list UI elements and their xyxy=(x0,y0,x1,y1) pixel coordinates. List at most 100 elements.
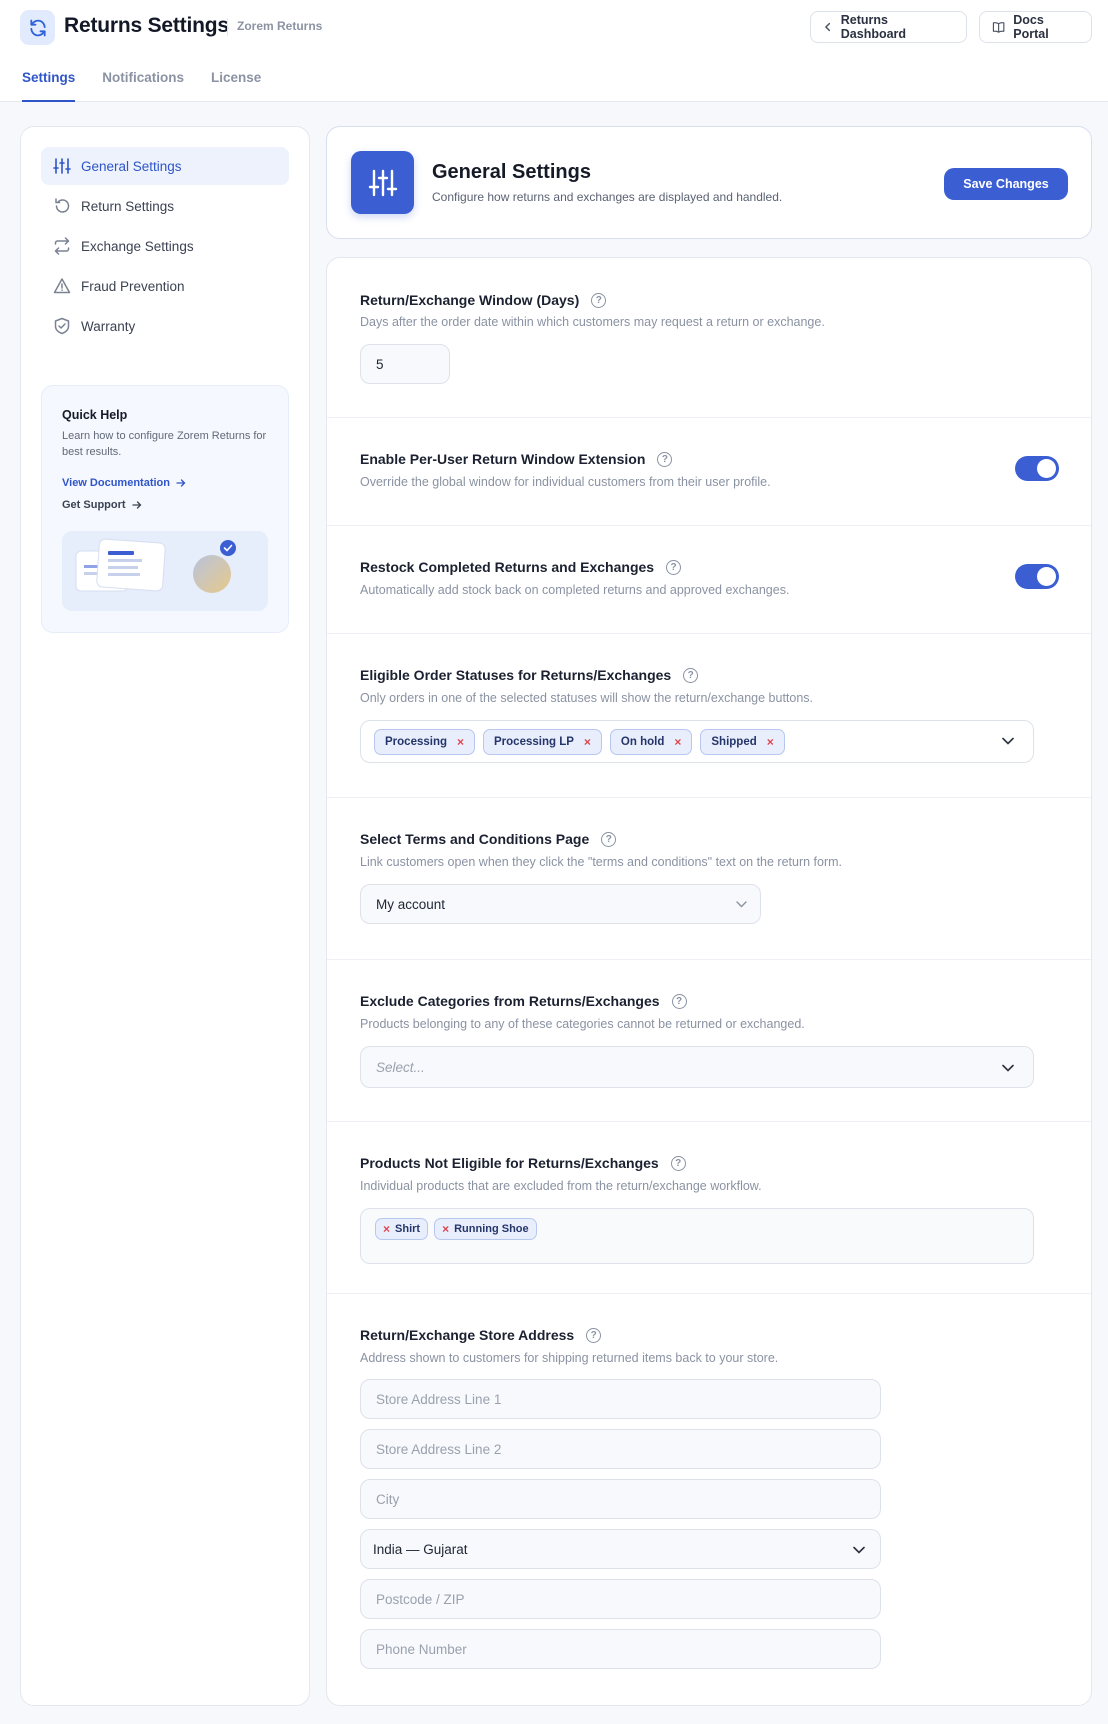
phone-input[interactable]: Phone Number xyxy=(360,1629,881,1669)
status-chip: Shipped × xyxy=(700,729,785,755)
app-title: Returns Settings xyxy=(64,14,229,37)
top-header: Returns Settings Zorem Returns Returns D… xyxy=(0,0,1108,102)
view-documentation-link[interactable]: View Documentation xyxy=(62,477,186,489)
refresh-icon xyxy=(20,10,55,45)
status-chip: Processing × xyxy=(374,729,476,755)
warning-icon xyxy=(53,278,71,294)
chip-label: Shipped xyxy=(711,736,757,748)
sidebar-item-general-settings[interactable]: General Settings xyxy=(41,147,289,185)
setting-description: Address shown to customers for shipping … xyxy=(360,1351,779,1365)
quick-help-text: Learn how to configure Zorem Returns for… xyxy=(62,430,267,458)
arrow-right-icon xyxy=(131,501,141,509)
setting-description: Products belonging to any of these categ… xyxy=(360,1017,805,1031)
chip-label: Processing LP xyxy=(494,736,574,748)
setting-title-text: Enable Per-User Return Window Extension xyxy=(360,451,646,467)
setting-title: Restock Completed Returns and Exchanges … xyxy=(360,559,682,575)
setting-title-text: Return/Exchange Store Address xyxy=(360,1327,575,1343)
setting-title: Enable Per-User Return Window Extension … xyxy=(360,451,673,467)
docs-portal-label: Docs Portal xyxy=(1013,13,1049,41)
page-title: General Settings xyxy=(432,161,591,183)
sidebar-item-label: Return Settings xyxy=(81,198,175,214)
help-icon[interactable]: ? xyxy=(670,1155,686,1171)
setting-title-text: Exclude Categories from Returns/Exchange… xyxy=(360,993,660,1009)
chip-label: On hold xyxy=(620,736,665,748)
remove-icon[interactable]: × xyxy=(457,735,464,749)
page-description: Configure how returns and exchanges are … xyxy=(432,190,783,204)
returns-dashboard-button[interactable]: Returns Dashboard xyxy=(810,11,967,43)
country-state-select[interactable]: India — Gujarat xyxy=(360,1529,881,1569)
setting-store-address: Return/Exchange Store Address ? Address … xyxy=(327,1294,1091,1705)
remove-icon[interactable]: × xyxy=(584,735,591,749)
status-chip: Processing LP × xyxy=(483,729,602,755)
setting-description: Link customers open when they click the … xyxy=(360,855,843,869)
tab-notifications[interactable]: Notifications xyxy=(102,70,184,102)
sidebar-item-label: General Settings xyxy=(81,158,182,174)
address-line2-input[interactable]: Store Address Line 2 xyxy=(360,1429,881,1469)
chevron-down-icon xyxy=(853,1546,865,1554)
help-icon[interactable]: ? xyxy=(666,559,682,575)
view-documentation-label: View Documentation xyxy=(62,477,170,489)
restock-toggle[interactable] xyxy=(1015,564,1059,589)
setting-title-text: Select Terms and Conditions Page xyxy=(360,831,590,847)
get-support-link[interactable]: Get Support xyxy=(62,499,142,511)
per-user-extension-toggle[interactable] xyxy=(1015,456,1059,481)
sidebar-item-label: Exchange Settings xyxy=(81,238,194,254)
help-icon[interactable]: ? xyxy=(601,831,617,847)
save-changes-button[interactable]: Save Changes xyxy=(944,168,1068,200)
remove-icon[interactable]: × xyxy=(383,1222,390,1236)
postcode-input[interactable]: Postcode / ZIP xyxy=(360,1579,881,1619)
city-input[interactable]: City xyxy=(360,1479,881,1519)
setting-title: Return/Exchange Store Address ? xyxy=(360,1327,602,1343)
product-chip: × Shirt xyxy=(375,1218,429,1240)
status-chip: On hold × xyxy=(609,729,693,755)
setting-description: Days after the order date within which c… xyxy=(360,315,825,329)
chevron-down-icon[interactable] xyxy=(1002,737,1014,745)
setting-excluded-products: Products Not Eligible for Returns/Exchan… xyxy=(327,1122,1091,1294)
tab-license[interactable]: License xyxy=(211,70,261,102)
help-icon[interactable]: ? xyxy=(683,667,699,683)
remove-icon[interactable]: × xyxy=(767,735,774,749)
terms-page-select[interactable]: My account xyxy=(360,884,761,924)
setting-title: Eligible Order Statuses for Returns/Exch… xyxy=(360,667,699,683)
sidebar-item-label: Fraud Prevention xyxy=(81,278,185,294)
docs-portal-button[interactable]: Docs Portal xyxy=(979,11,1092,43)
return-icon xyxy=(55,198,70,213)
sidebar: General Settings Return Settings Exchang… xyxy=(20,126,310,1706)
setting-title: Exclude Categories from Returns/Exchange… xyxy=(360,993,687,1009)
help-icon[interactable]: ? xyxy=(671,993,687,1009)
help-icon[interactable]: ? xyxy=(657,451,673,467)
chip-label: Running Shoe xyxy=(454,1223,529,1235)
chevron-down-icon xyxy=(1002,1064,1014,1072)
quick-help-title: Quick Help xyxy=(62,408,128,422)
exclude-categories-select[interactable]: Select... xyxy=(360,1046,1034,1088)
app-subtitle: Zorem Returns xyxy=(237,19,323,33)
help-icon[interactable]: ? xyxy=(586,1327,602,1343)
setting-description: Override the global window for individua… xyxy=(360,475,771,489)
divider xyxy=(227,18,228,36)
remove-icon[interactable]: × xyxy=(674,735,681,749)
return-window-input[interactable]: 5 xyxy=(360,344,450,384)
chip-label: Shirt xyxy=(395,1223,421,1235)
returns-dashboard-label: Returns Dashboard xyxy=(840,13,907,41)
sidebar-item-label: Warranty xyxy=(81,318,136,334)
chevron-left-icon xyxy=(824,22,831,32)
setting-description: Individual products that are excluded fr… xyxy=(360,1179,762,1193)
tab-settings[interactable]: Settings xyxy=(22,70,76,102)
products-chips: × Shirt × Running Shoe xyxy=(375,1218,537,1240)
setting-title: Select Terms and Conditions Page ? xyxy=(360,831,617,847)
address-line1-input[interactable]: Store Address Line 1 xyxy=(360,1379,881,1419)
sidebar-item-warranty[interactable]: Warranty xyxy=(41,307,289,345)
get-support-label: Get Support xyxy=(62,499,126,511)
help-icon[interactable]: ? xyxy=(591,292,607,308)
chevron-down-icon xyxy=(736,901,747,908)
statuses-chips: Processing × Processing LP × On hold × Ship… xyxy=(374,729,785,755)
setting-terms-page: Select Terms and Conditions Page ? Link … xyxy=(327,798,1091,960)
sliders-icon xyxy=(53,158,71,174)
setting-eligible-statuses: Eligible Order Statuses for Returns/Exch… xyxy=(327,634,1091,798)
sidebar-item-exchange-settings[interactable]: Exchange Settings xyxy=(41,227,289,265)
remove-icon[interactable]: × xyxy=(442,1222,449,1236)
setting-title: Products Not Eligible for Returns/Exchan… xyxy=(360,1155,686,1171)
sidebar-item-fraud-prevention[interactable]: Fraud Prevention xyxy=(41,267,289,305)
sidebar-item-return-settings[interactable]: Return Settings xyxy=(41,187,289,225)
setting-title-text: Eligible Order Statuses for Returns/Exch… xyxy=(360,667,672,683)
